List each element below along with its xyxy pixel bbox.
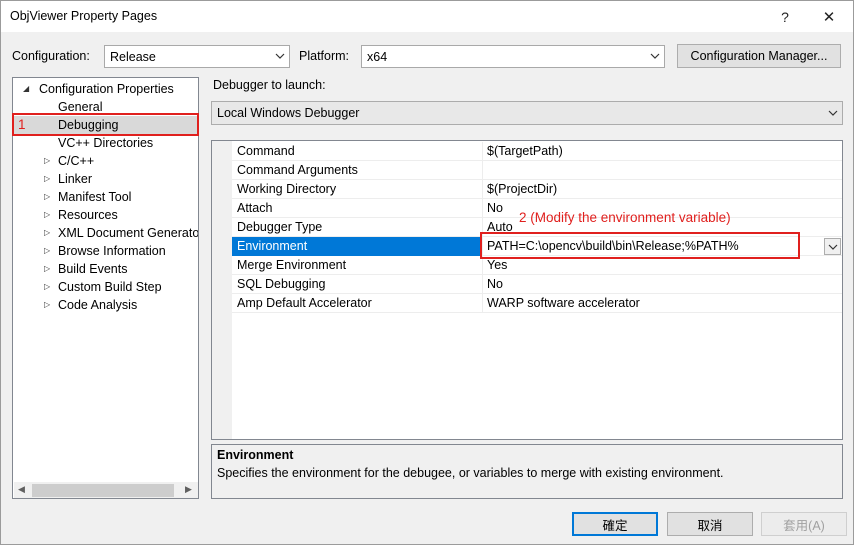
column-divider — [482, 199, 483, 218]
property-name: Debugger Type — [237, 220, 323, 234]
tree-item-linker[interactable]: Linker — [58, 170, 92, 188]
property-name: SQL Debugging — [237, 277, 326, 291]
property-value[interactable]: No — [487, 277, 503, 291]
description-title: Environment — [217, 448, 294, 462]
property-value[interactable]: $(ProjectDir) — [487, 182, 557, 196]
close-button[interactable]: ✕ — [807, 1, 851, 32]
grid-gutter — [212, 141, 232, 439]
platform-value: x64 — [367, 50, 388, 64]
column-divider — [482, 275, 483, 294]
tree-item-code-analysis[interactable]: Code Analysis — [58, 296, 137, 314]
scrollbar-thumb[interactable] — [32, 484, 174, 497]
property-name: Merge Environment — [237, 258, 347, 272]
platform-select[interactable]: x64 — [361, 45, 665, 68]
property-grid: Command $(TargetPath) Command Arguments … — [211, 140, 843, 440]
property-name: Amp Default Accelerator — [237, 296, 372, 310]
column-divider — [482, 142, 483, 161]
scroll-right-icon[interactable]: ▶ — [185, 484, 192, 495]
tree-item-resources[interactable]: Resources — [58, 206, 118, 224]
title-bar: ObjViewer Property Pages ? ✕ — [1, 1, 853, 32]
property-name: Command Arguments — [237, 163, 358, 177]
tree-item-manifest-tool[interactable]: Manifest Tool — [58, 188, 131, 206]
column-divider — [482, 180, 483, 199]
tree-item-browse-information[interactable]: Browse Information — [58, 242, 166, 260]
configuration-value: Release — [110, 50, 156, 64]
debugger-value: Local Windows Debugger — [217, 106, 360, 120]
window-title: ObjViewer Property Pages — [10, 9, 158, 23]
ok-button[interactable]: 確定 — [572, 512, 658, 536]
chevron-down-icon — [828, 110, 838, 116]
configuration-label: Configuration: — [12, 49, 90, 63]
expand-arrow-icon[interactable]: ▷ — [44, 278, 54, 296]
property-name: Environment — [237, 239, 308, 253]
property-value[interactable]: WARP software accelerator — [487, 296, 640, 310]
tree-root-configuration-properties[interactable]: Configuration Properties — [39, 80, 174, 98]
tree-item-cpp[interactable]: C/C++ — [58, 152, 94, 170]
debugger-select[interactable]: Local Windows Debugger — [211, 101, 843, 125]
annotation-box-1 — [12, 113, 199, 136]
chevron-down-icon — [828, 244, 838, 250]
debugger-label: Debugger to launch: — [213, 78, 326, 92]
annotation-number-1: 1 — [18, 117, 26, 132]
tree-item-build-events[interactable]: Build Events — [58, 260, 127, 278]
expand-arrow-icon[interactable]: ▷ — [44, 152, 54, 170]
property-name: Working Directory — [237, 182, 337, 196]
property-name: Attach — [237, 201, 273, 215]
tree-item-vc-directories[interactable]: VC++ Directories — [58, 134, 153, 152]
property-row[interactable]: Command Arguments — [232, 161, 842, 180]
expand-arrow-icon[interactable]: ▷ — [44, 224, 54, 242]
property-value[interactable]: Yes — [487, 258, 507, 272]
column-divider — [482, 161, 483, 180]
property-row[interactable]: Amp Default Accelerator WARP software ac… — [232, 294, 842, 313]
property-value[interactable]: $(TargetPath) — [487, 144, 563, 158]
property-row[interactable]: Command $(TargetPath) — [232, 142, 842, 161]
tree-item-xml-document-generator[interactable]: XML Document Generator — [58, 224, 198, 242]
expand-arrow-icon[interactable]: ▷ — [44, 170, 54, 188]
tree-item-custom-build-step[interactable]: Custom Build Step — [58, 278, 162, 296]
apply-button[interactable]: 套用(A) — [761, 512, 847, 536]
expand-arrow-icon[interactable]: ▷ — [44, 206, 54, 224]
chevron-down-icon — [275, 53, 285, 59]
expand-arrow-icon[interactable]: ▷ — [44, 188, 54, 206]
tree-horizontal-scrollbar[interactable]: ◀ ▶ — [14, 482, 198, 498]
property-pages-dialog: ObjViewer Property Pages ? ✕ Configurati… — [0, 0, 854, 545]
property-tree: ◢ Configuration Properties General Debug… — [12, 77, 199, 499]
expanded-arrow-icon[interactable]: ◢ — [23, 80, 33, 98]
help-button[interactable]: ? — [763, 1, 807, 32]
annotation-box-2 — [480, 232, 800, 259]
property-row[interactable]: SQL Debugging No — [232, 275, 842, 294]
annotation-text-2: 2 (Modify the environment variable) — [519, 210, 731, 225]
column-divider — [482, 294, 483, 313]
property-name: Command — [237, 144, 295, 158]
platform-label: Platform: — [299, 49, 350, 63]
expand-arrow-icon[interactable]: ▷ — [44, 260, 54, 278]
scroll-left-icon[interactable]: ◀ — [18, 484, 25, 495]
environment-dropdown-button[interactable] — [824, 238, 841, 255]
expand-arrow-icon[interactable]: ▷ — [44, 296, 54, 314]
property-value[interactable]: No — [487, 201, 503, 215]
chevron-down-icon — [650, 53, 660, 59]
property-row[interactable]: Working Directory $(ProjectDir) — [232, 180, 842, 199]
description-panel: Environment Specifies the environment fo… — [211, 444, 843, 499]
configuration-manager-button[interactable]: Configuration Manager... — [677, 44, 841, 68]
configuration-select[interactable]: Release — [104, 45, 290, 68]
expand-arrow-icon[interactable]: ▷ — [44, 242, 54, 260]
cancel-button[interactable]: 取消 — [667, 512, 753, 536]
description-text: Specifies the environment for the debuge… — [217, 466, 724, 480]
